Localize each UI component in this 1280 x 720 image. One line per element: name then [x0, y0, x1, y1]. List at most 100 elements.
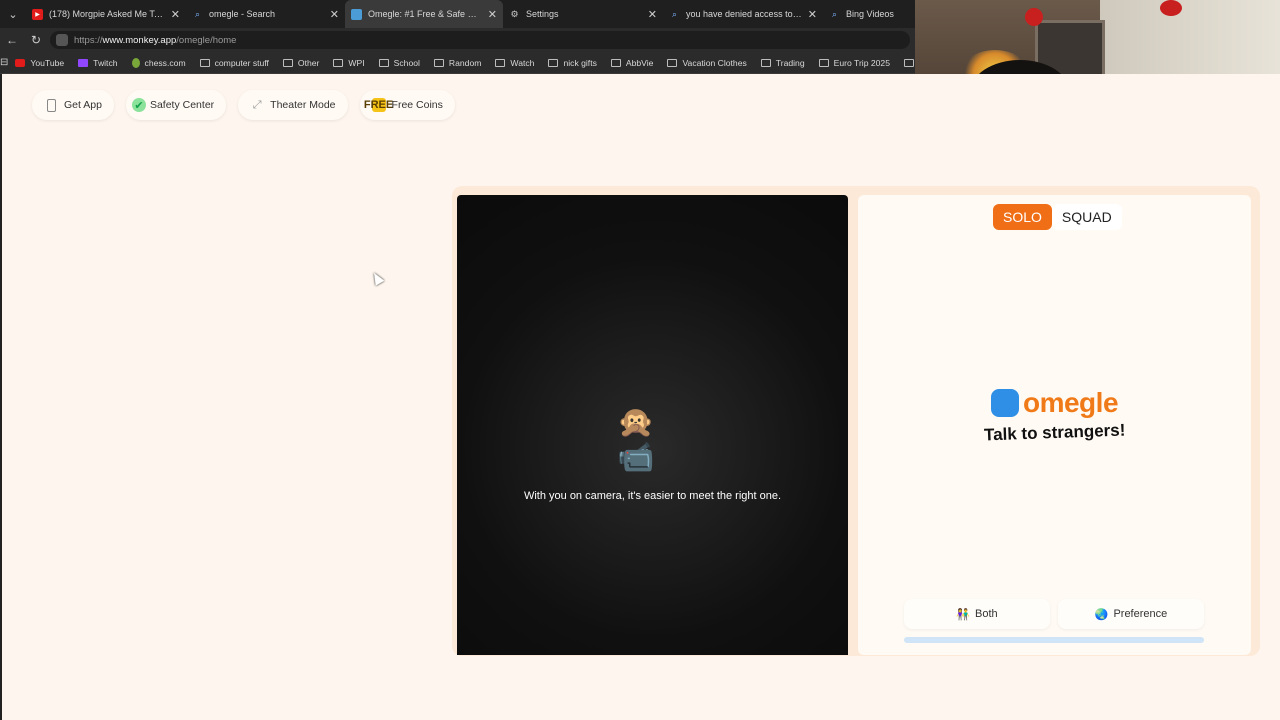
preference-filter-button[interactable]: 🌏 Preference [1058, 599, 1204, 629]
bookmark-label: Twitch [93, 57, 118, 68]
tab-title: Omegle: #1 Free & Safe Video Cha [368, 9, 482, 19]
back-arrow-icon[interactable]: ← [0, 28, 24, 52]
folder-icon [282, 58, 293, 67]
tab-title: (178) Morgpie Asked Me To Go To [49, 9, 165, 19]
tab-title: you have denied access to your de [686, 9, 802, 19]
folder-icon [904, 58, 914, 67]
phone-icon [44, 98, 58, 112]
url-path: /omegle/home [176, 34, 237, 46]
free-coins-label: Free Coins [391, 99, 443, 111]
url-field[interactable]: https://www.monkey.app/omegle/home [50, 31, 910, 49]
top-nav: Get App ✔ Safety Center ⤢ Theater Mode F… [32, 90, 455, 120]
bookmarks-bar: ⊟ YouTube Twitch chess.com computer stuf… [0, 52, 915, 74]
bookmark-label: Random [448, 57, 482, 68]
monkeys-camera-icon: 🙊📹 [617, 406, 655, 474]
bookmark-folder-trading[interactable]: Trading [754, 58, 812, 68]
gear-icon: ⚙ [510, 8, 519, 19]
bookmark-folder-random[interactable]: Random [427, 58, 488, 68]
folder-icon [667, 58, 678, 67]
bookmark-folder-computer-stuff[interactable]: computer stuff [193, 58, 276, 68]
close-icon[interactable]: ✕ [330, 8, 339, 21]
camera-prompt-text: With you on camera, it's easier to meet … [523, 490, 782, 502]
folder-icon [610, 58, 621, 67]
search-icon: ⌕ [671, 8, 678, 19]
bookmark-label: Watch [510, 57, 535, 68]
mouse-cursor [369, 270, 385, 286]
bookmark-folder-watch[interactable]: Watch [488, 58, 541, 68]
shield-icon: ✔ [131, 98, 146, 112]
safety-center-button[interactable]: ✔ Safety Center [125, 90, 227, 120]
webcam-background [1025, 8, 1043, 26]
tab-omegle-search[interactable]: ⌕ omegle - Search ✕ [186, 0, 345, 28]
bookmark-folder-school[interactable]: School [372, 58, 427, 68]
tab-search-chevron-icon[interactable]: ⌄ [0, 0, 26, 28]
close-icon[interactable]: ✕ [171, 8, 180, 21]
tab-bing-videos[interactable]: ⌕ Bing Videos [823, 0, 915, 28]
bookmark-label: School [393, 57, 420, 68]
coin-icon: FREE [363, 98, 394, 112]
start-button-partial[interactable] [904, 637, 1204, 643]
tab-title: omegle - Search [209, 9, 276, 19]
solo-mode-button[interactable]: SOLO [993, 204, 1052, 230]
tab-youtube[interactable]: ▶ (178) Morgpie Asked Me To Go To ✕ [26, 0, 186, 28]
bookmark-label: Vacation Clothes [682, 57, 747, 68]
bookmark-folder-euro-trip[interactable]: Euro Trip 2025 [812, 58, 897, 68]
people-icon: 👫 [956, 608, 971, 621]
bookmark-twitch[interactable]: Twitch [71, 58, 124, 68]
bookmark-chess[interactable]: chess.com [125, 57, 193, 68]
folder-icon [495, 58, 506, 67]
bookmark-folder-nick-gifts[interactable]: nick gifts [541, 58, 603, 68]
webcam-background [1160, 0, 1182, 16]
close-icon[interactable]: ✕ [488, 8, 497, 21]
omegle-logo: omegle Talk to strangers! [858, 387, 1251, 444]
mode-toggle: SOLO SQUAD [993, 204, 1122, 230]
bookmark-folder-other[interactable]: Other [276, 58, 327, 68]
theater-mode-button[interactable]: ⤢ Theater Mode [238, 90, 348, 120]
video-preview: 🙊📹 With you on camera, it's easier to me… [457, 195, 848, 655]
bookmark-folder-wpi[interactable]: WPI [326, 58, 371, 68]
bookmark-folder-overflow[interactable]: Cl [897, 58, 915, 68]
folder-icon [818, 58, 829, 67]
logo-wordmark: omegle [1022, 387, 1119, 418]
preference-filter-label: Preference [1113, 608, 1168, 620]
reading-list-icon[interactable]: ⊟ [0, 57, 8, 68]
free-coins-button[interactable]: FREE Free Coins [359, 90, 455, 120]
folder-icon [378, 58, 389, 67]
twitch-icon [78, 58, 89, 67]
bookmark-label: Euro Trip 2025 [833, 57, 890, 68]
bookmark-label: nick gifts [563, 57, 597, 68]
bookmark-folder-abbvie[interactable]: AbbVie [604, 58, 661, 68]
safety-center-label: Safety Center [149, 99, 215, 111]
bookmark-label: WPI [348, 57, 365, 68]
close-icon[interactable]: ✕ [648, 8, 657, 21]
tab-denied-access[interactable]: ⌕ you have denied access to your de ✕ [663, 0, 823, 28]
reload-icon[interactable]: ↻ [24, 28, 48, 52]
tab-title: Settings [526, 9, 559, 19]
squad-mode-button[interactable]: SQUAD [1051, 204, 1122, 230]
bookmark-label: Other [297, 57, 320, 68]
expand-icon: ⤢ [252, 98, 262, 111]
bookmark-label: AbbVie [625, 57, 654, 68]
get-app-label: Get App [64, 99, 102, 111]
bookmark-label: computer stuff [214, 57, 269, 68]
folder-icon [199, 58, 210, 67]
bookmark-label: chess.com [144, 57, 186, 68]
site-info-icon[interactable] [56, 34, 68, 46]
bookmark-folder-vacation-clothes[interactable]: Vacation Clothes [660, 58, 753, 68]
address-bar-row: ← ↻ https://www.monkey.app/omegle/home [0, 28, 915, 52]
theater-mode-label: Theater Mode [270, 99, 336, 111]
url-host: www.monkey.app [102, 34, 177, 46]
bookmark-youtube[interactable]: YouTube [8, 58, 71, 68]
tab-settings[interactable]: ⚙ Settings ✕ [503, 0, 663, 28]
folder-icon [760, 58, 771, 67]
youtube-icon: ▶ [32, 8, 43, 20]
tab-omegle-active[interactable]: Omegle: #1 Free & Safe Video Cha ✕ [345, 0, 503, 28]
search-icon: ⌕ [194, 8, 201, 19]
tab-title: Bing Videos [846, 9, 894, 19]
gender-filter-button[interactable]: 👫 Both [904, 599, 1050, 629]
folder-icon [548, 58, 559, 67]
omegle-icon [351, 8, 362, 20]
folder-icon [433, 58, 444, 67]
close-icon[interactable]: ✕ [808, 8, 817, 21]
get-app-button[interactable]: Get App [32, 90, 114, 120]
